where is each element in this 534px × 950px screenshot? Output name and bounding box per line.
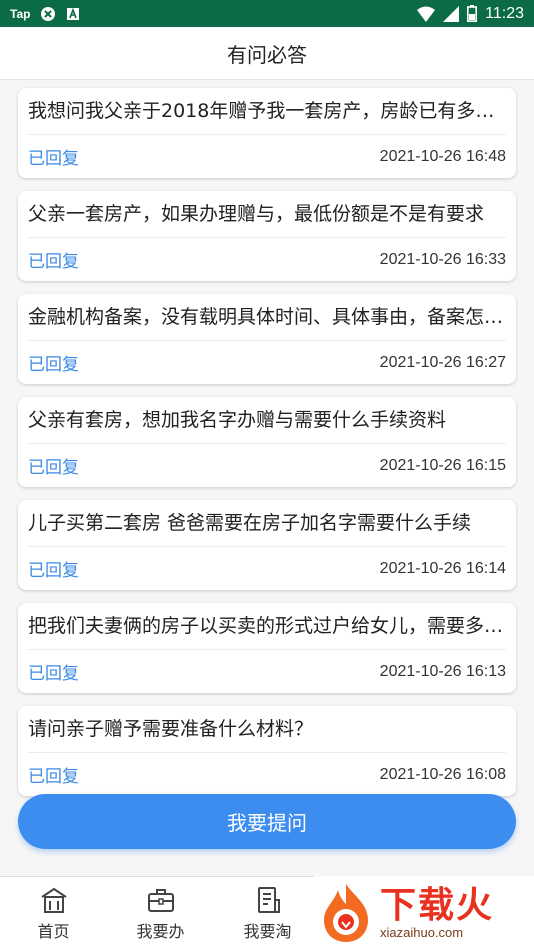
tab-label: 我要淘 [243, 921, 292, 941]
question-title: 把我们夫妻俩的房子以买卖的形式过户给女儿，需要多少钱 [28, 603, 506, 650]
question-time: 2021-10-26 16:13 [379, 662, 506, 680]
reply-status: 已回复 [28, 767, 79, 787]
download-notification-icon [66, 7, 80, 21]
question-time: 2021-10-26 16:08 [379, 765, 506, 783]
question-card[interactable]: 儿子买第二套房 爸爸需要在房子加名字需要什么手续 已回复 2021-10-26 … [18, 500, 516, 590]
reply-status: 已回复 [28, 355, 79, 375]
status-bar: Tap 11:23 [0, 0, 534, 27]
question-time: 2021-10-26 16:27 [379, 353, 506, 371]
signal-icon [443, 5, 460, 22]
question-list: 我想问我父亲于2018年赠予我一套房产，房龄已有多少年 已回复 2021-10-… [18, 88, 516, 809]
question-card[interactable]: 父亲有套房，想加我名字办赠与需要什么手续资料 已回复 2021-10-26 16… [18, 397, 516, 487]
question-title: 父亲一套房产，如果办理赠与，最低份额是不是有要求 [28, 191, 506, 238]
tab-label: 我要办 [136, 921, 185, 941]
briefcase-icon [147, 888, 174, 912]
question-card[interactable]: 请问亲子赠予需要准备什么材料？ 已回复 2021-10-26 16:08 [18, 706, 516, 796]
tab-label: 首页 [37, 921, 70, 941]
watermark-brand: 下载火 [380, 884, 495, 926]
document-icon [257, 886, 280, 913]
watermark: 下载火 xiazaihuo.com [314, 876, 534, 950]
question-time: 2021-10-26 16:33 [379, 250, 506, 268]
reply-status: 已回复 [28, 458, 79, 478]
reply-status: 已回复 [28, 664, 79, 684]
tab-home[interactable]: 首页 [0, 877, 107, 950]
wifi-icon [417, 6, 436, 22]
reply-status: 已回复 [28, 149, 79, 169]
battery-icon [467, 5, 478, 22]
question-title: 金融机构备案，没有载明具体时间、具体事由，备案怎么办 [28, 294, 506, 341]
page-title: 有问必答 [227, 42, 307, 67]
question-time: 2021-10-26 16:48 [379, 147, 506, 165]
question-card[interactable]: 父亲一套房产，如果办理赠与，最低份额是不是有要求 已回复 2021-10-26 … [18, 191, 516, 281]
question-card[interactable]: 把我们夫妻俩的房子以买卖的形式过户给女儿，需要多少钱 已回复 2021-10-2… [18, 603, 516, 693]
question-card[interactable]: 我想问我父亲于2018年赠予我一套房产，房龄已有多少年 已回复 2021-10-… [18, 88, 516, 178]
question-title: 我想问我父亲于2018年赠予我一套房产，房龄已有多少年 [28, 88, 506, 135]
question-time: 2021-10-26 16:14 [379, 559, 506, 577]
flame-logo-icon [324, 884, 368, 942]
ask-question-button[interactable]: 我要提问 [18, 794, 516, 849]
question-time: 2021-10-26 16:15 [379, 456, 506, 474]
home-icon [40, 887, 67, 913]
reply-status: 已回复 [28, 561, 79, 581]
carrier-label: Tap [10, 6, 31, 21]
watermark-url: xiazaihuo.com [380, 924, 464, 940]
question-card[interactable]: 金融机构备案，没有载明具体时间、具体事由，备案怎么办 已回复 2021-10-2… [18, 294, 516, 384]
tab-browse[interactable]: 我要淘 [214, 877, 321, 950]
app-header: 有问必答 [0, 27, 534, 80]
question-title: 儿子买第二套房 爸爸需要在房子加名字需要什么手续 [28, 500, 506, 547]
tab-handle[interactable]: 我要办 [107, 877, 214, 950]
reply-status: 已回复 [28, 252, 79, 272]
question-title: 请问亲子赠予需要准备什么材料？ [28, 706, 506, 753]
clock: 11:23 [485, 4, 524, 22]
app-notification-icon [40, 6, 56, 22]
question-title: 父亲有套房，想加我名字办赠与需要什么手续资料 [28, 397, 506, 444]
